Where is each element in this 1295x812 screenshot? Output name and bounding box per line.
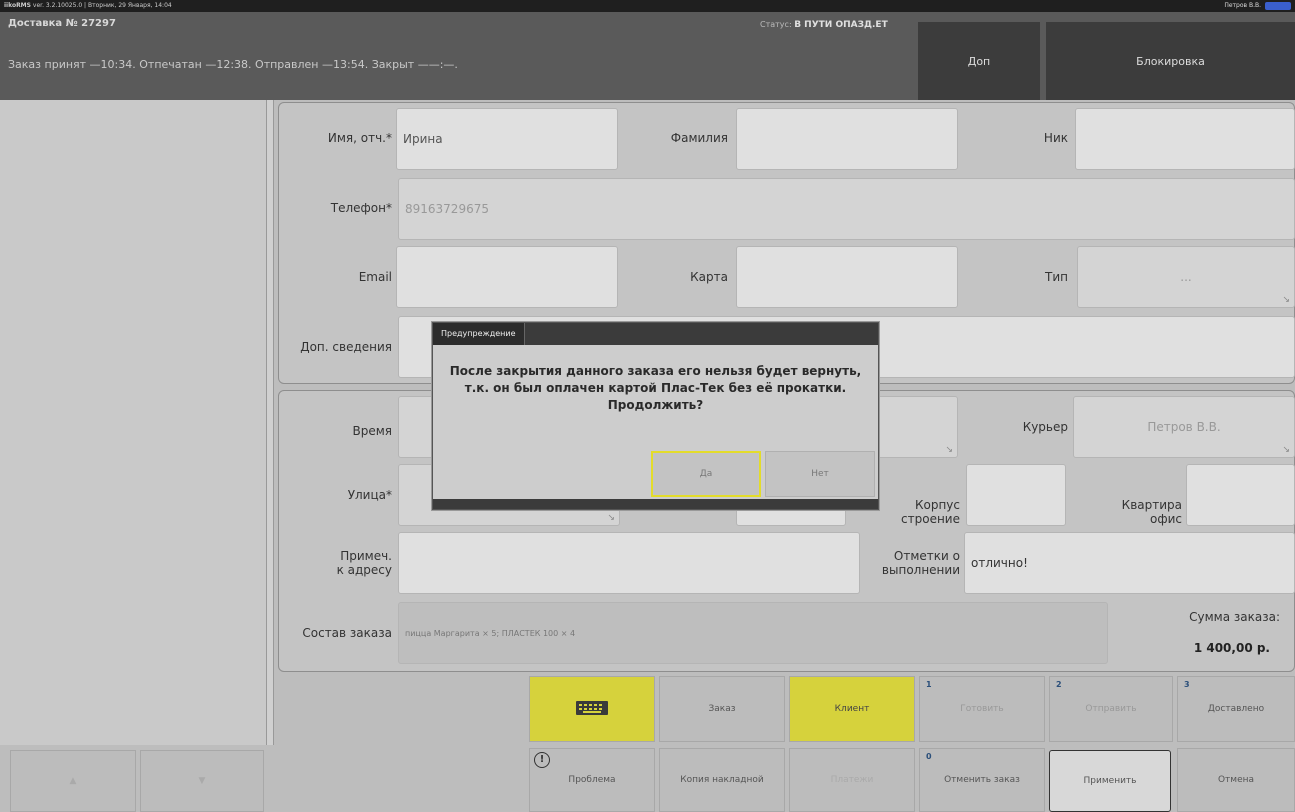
email-label: Email (358, 270, 392, 284)
app-info: iikoRMS ver. 3.2.10025.0 | Вторник, 29 Я… (4, 2, 172, 9)
block-button[interactable]: Блокировка (1046, 22, 1295, 100)
phone-label: Телефон* (330, 201, 392, 215)
type-label: Тип (1045, 270, 1068, 284)
name-label: Имя, отч.* (327, 131, 392, 145)
sum-label: Сумма заказа: (1189, 610, 1280, 624)
payments-button[interactable]: Платежи (789, 748, 915, 812)
no-button[interactable]: Нет (765, 451, 875, 497)
composition-field[interactable]: пицца Маргарита × 5; ПЛАСТЕК 100 × 4 (398, 602, 1108, 664)
keyboard-button[interactable] (529, 676, 655, 742)
cancel-button[interactable]: Отмена (1177, 748, 1295, 812)
yes-button[interactable]: Да (651, 451, 761, 497)
left-panel (0, 100, 268, 745)
courier-label: Курьер (1022, 420, 1068, 434)
type-dropdown[interactable]: ... ↘ (1077, 246, 1295, 308)
composition-label: Состав заказа (302, 626, 392, 640)
keyboard-icon (575, 700, 609, 719)
apply-button[interactable]: Применить (1049, 750, 1171, 812)
dialog-bottombar (433, 499, 878, 509)
surname-field[interactable] (736, 108, 958, 170)
scroll-up-button[interactable]: ▲ (10, 750, 136, 812)
dropdown-corner-icon: ↘ (945, 445, 953, 455)
name-field[interactable]: Ирина (396, 108, 618, 170)
send-button[interactable]: 2 Отправить (1049, 676, 1173, 742)
dropdown-corner-icon: ↘ (1282, 445, 1290, 455)
dialog-title: Предупреждение (433, 323, 525, 345)
phone-field[interactable]: 89163729675 (398, 178, 1295, 240)
order-status: Статус: В ПУТИ ОПАЗД.ЕТ (760, 20, 888, 30)
cancel-order-button[interactable]: 0 Отменить заказ (919, 748, 1045, 812)
panel-splitter[interactable] (266, 100, 274, 745)
copy-invoice-button[interactable]: Копия накладной (659, 748, 785, 812)
order-tab-button[interactable]: Заказ (659, 676, 785, 742)
dop-button[interactable]: Доп (918, 22, 1040, 100)
apartment-field[interactable] (1186, 464, 1295, 526)
delivery-title: Доставка № 27297 (8, 18, 116, 29)
nick-label: Ник (1043, 131, 1068, 145)
sum-value: 1 400,00 р. (1193, 641, 1270, 655)
cook-button[interactable]: 1 Готовить (919, 676, 1045, 742)
completion-marks-label: Отметки о выполнении (881, 549, 960, 577)
current-user: Петров В.В. (1224, 2, 1261, 9)
completion-marks-field[interactable]: отлично! (964, 532, 1295, 594)
nick-field[interactable] (1075, 108, 1295, 170)
card-label: Карта (690, 270, 728, 284)
client-tab-button[interactable]: Клиент (789, 676, 915, 742)
dialog-message: После закрытия данного заказа его нельзя… (449, 364, 862, 412)
courier-dropdown[interactable]: Петров В.В. ↘ (1073, 396, 1295, 458)
korpus-field[interactable] (966, 464, 1066, 526)
arrow-up-icon: ▲ (69, 776, 77, 786)
time-label: Время (352, 424, 392, 438)
scroll-down-button[interactable]: ▼ (140, 750, 264, 812)
dropdown-corner-icon: ↘ (607, 513, 615, 523)
address-note-label: Примеч. к адресу (336, 549, 392, 577)
warning-circle-icon: ! (534, 752, 550, 768)
user-indicator (1265, 2, 1291, 10)
delivered-button[interactable]: 3 Доставлено (1177, 676, 1295, 742)
dropdown-corner-icon: ↘ (1282, 295, 1290, 305)
apartment-label: Квартира офис (1121, 498, 1182, 526)
card-field[interactable] (736, 246, 958, 308)
address-note-field[interactable] (398, 532, 860, 594)
order-times: Заказ принят —10:34. Отпечатан —12:38. О… (8, 58, 458, 71)
surname-label: Фамилия (670, 131, 728, 145)
problem-button[interactable]: ! Проблема (529, 748, 655, 812)
system-bar: iikoRMS ver. 3.2.10025.0 | Вторник, 29 Я… (0, 0, 1295, 12)
street-label: Улица* (347, 488, 392, 502)
warning-dialog: Предупреждение После закрытия данного за… (432, 322, 879, 510)
email-field[interactable] (396, 246, 618, 308)
extra-info-label: Доп. сведения (300, 340, 392, 354)
arrow-down-icon: ▼ (198, 776, 206, 786)
